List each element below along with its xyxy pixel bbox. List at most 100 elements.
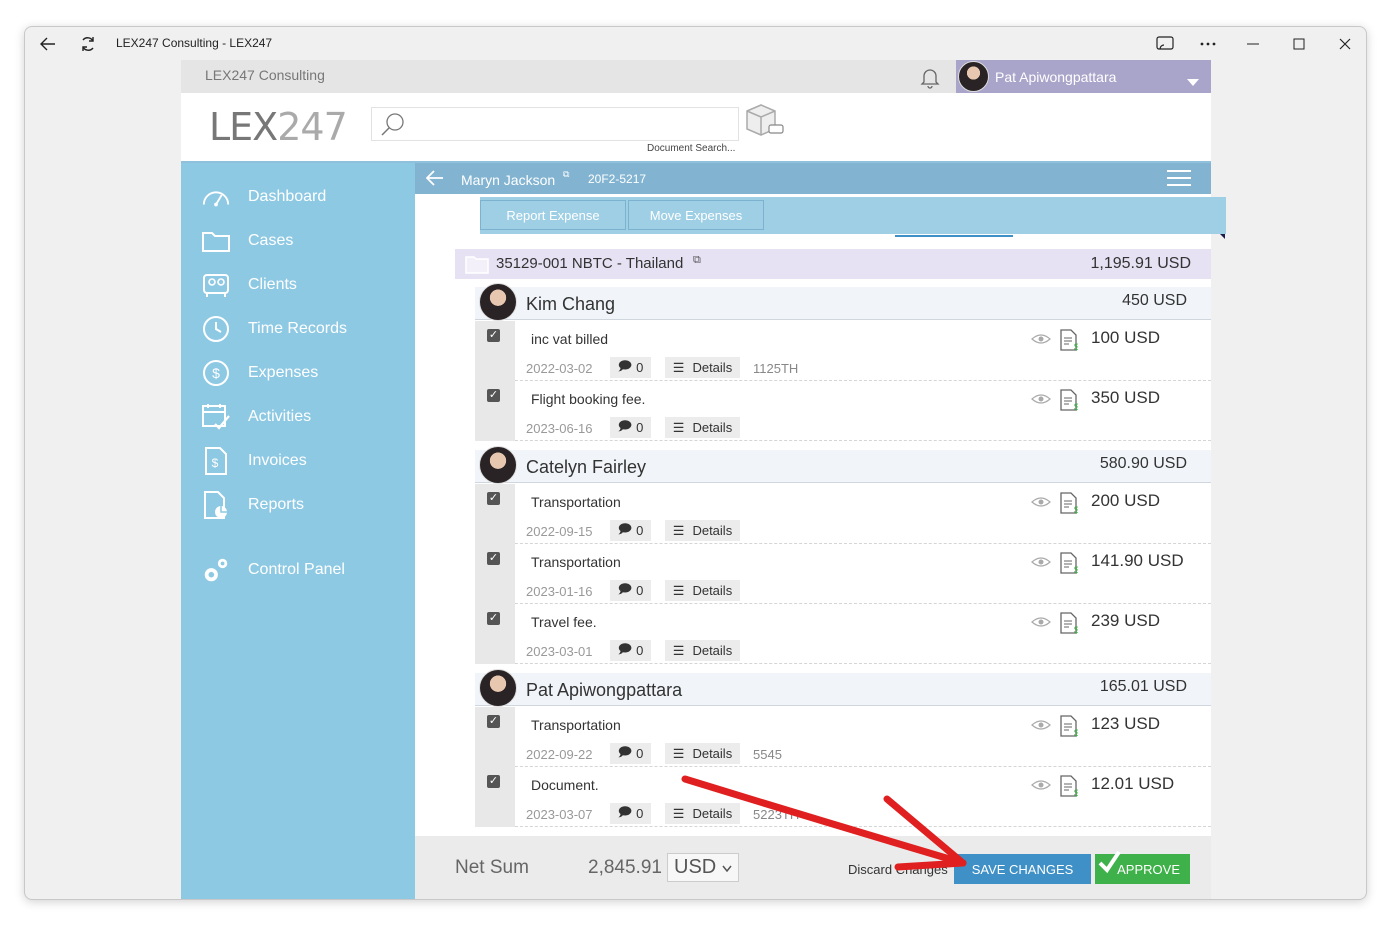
entry-reference: 5545 (753, 747, 782, 762)
document-search-input[interactable] (371, 107, 739, 141)
person-header: Catelyn Fairley 580.90 USD (475, 446, 1211, 484)
entry-checkbox[interactable]: ✓ (487, 492, 500, 505)
report-expense-button[interactable]: Report Expense (480, 200, 626, 230)
receipt-icon[interactable]: $ (1060, 775, 1078, 797)
expense-entry[interactable]: ✓ Transportation 2023-01-16 🗩 0 ☰ Details … (475, 544, 1211, 604)
comments-button[interactable]: 🗩 0 (610, 803, 651, 824)
eye-icon[interactable] (1031, 392, 1051, 406)
entry-checkbox[interactable]: ✓ (487, 552, 500, 565)
checkmark-icon (1098, 850, 1121, 874)
comments-button[interactable]: 🗩 0 (610, 580, 651, 601)
entry-checkbox[interactable]: ✓ (487, 329, 500, 342)
net-sum-label: Net Sum (455, 857, 529, 878)
top-band: LEX247 Consulting Pat Apiwongpattara (181, 60, 1211, 93)
expense-entry[interactable]: ✓ Document. 2023-03-07 🗩 0 ☰ Details 5223T… (475, 767, 1211, 827)
client-name[interactable]: Maryn Jackson (461, 172, 555, 188)
sidebar-item-label: Expenses (248, 364, 319, 381)
sidebar-item-dashboard[interactable]: Dashboard (181, 179, 415, 215)
expense-entry[interactable]: ✓ Transportation 2022-09-22 🗩 0 ☰ Details … (475, 707, 1211, 767)
entry-amount: 350 USD (1091, 388, 1160, 407)
save-changes-button[interactable]: SAVE CHANGES (954, 854, 1091, 884)
svg-text:$: $ (1074, 565, 1078, 574)
comments-button[interactable]: 🗩 0 (610, 743, 651, 764)
comments-button[interactable]: 🗩 0 (610, 640, 651, 661)
currency-select[interactable]: USD (667, 853, 739, 882)
expense-entry[interactable]: ✓ Transportation 2022-09-15 🗩 0 ☰ Details … (475, 484, 1211, 544)
calendar-check-icon (201, 402, 231, 432)
entry-checkbox[interactable]: ✓ (487, 389, 500, 402)
eye-icon[interactable] (1031, 555, 1051, 569)
refresh-icon[interactable] (77, 33, 99, 55)
eye-icon[interactable] (1031, 718, 1051, 732)
user-menu[interactable]: Pat Apiwongpattara (956, 60, 1211, 93)
sidebar-item-expenses[interactable]: $ Expenses (181, 355, 415, 391)
list-icon: ☰ (672, 359, 685, 375)
sidebar-item-control-panel[interactable]: Control Panel (181, 552, 415, 588)
person-total: 580.90 USD (1099, 455, 1187, 472)
entry-checkbox[interactable]: ✓ (487, 775, 500, 788)
entry-date: 2023-03-01 (526, 644, 593, 659)
cast-icon[interactable] (1154, 33, 1176, 55)
more-options-icon[interactable] (1197, 33, 1219, 55)
receipt-icon[interactable]: $ (1060, 552, 1078, 574)
sidebar-item-label: Activities (248, 408, 312, 425)
details-button[interactable]: ☰ Details (665, 743, 740, 764)
comment-icon: 🗩 (617, 580, 633, 596)
sidebar-item-clients[interactable]: Clients (181, 267, 415, 303)
eye-icon[interactable] (1031, 495, 1051, 509)
expense-action-popup: Report Expense Move Expenses (480, 197, 1226, 234)
details-button[interactable]: ☰ Details (665, 580, 740, 601)
comments-button[interactable]: 🗩 0 (610, 357, 651, 378)
back-arrow-icon[interactable] (37, 33, 59, 55)
maximize-icon[interactable] (1288, 33, 1310, 55)
eye-icon[interactable] (1031, 778, 1051, 792)
receipt-icon[interactable]: $ (1060, 715, 1078, 737)
sidebar-item-cases[interactable]: Cases (181, 223, 415, 259)
move-expenses-button[interactable]: Move Expenses (628, 200, 764, 230)
entry-amount: 239 USD (1091, 611, 1160, 630)
receipt-icon[interactable]: $ (1060, 612, 1078, 634)
comments-button[interactable]: 🗩 0 (610, 520, 651, 541)
sidebar-item-invoices[interactable]: $ Invoices (181, 443, 415, 479)
chevron-down-icon (722, 865, 732, 872)
discard-changes-link[interactable]: Discard Changes (848, 862, 948, 877)
dollar-icon: $ (201, 358, 231, 388)
search-icon (380, 112, 406, 143)
eye-icon[interactable] (1031, 332, 1051, 346)
entry-checkbox[interactable]: ✓ (487, 612, 500, 625)
details-button[interactable]: ☰ Details (665, 803, 740, 824)
back-arrow-icon[interactable] (425, 170, 444, 191)
entry-description: Transportation (531, 554, 621, 570)
matter-folder-row[interactable]: 35129-001 NBTC - Thailand ⧉ 1,195.91 USD (455, 249, 1211, 279)
entry-checkbox[interactable]: ✓ (487, 715, 500, 728)
receipt-icon[interactable]: $ (1060, 389, 1078, 411)
entry-amount: 12.01 USD (1091, 774, 1175, 793)
details-button[interactable]: ☰ Details (665, 357, 740, 378)
sidebar-item-reports[interactable]: Reports (181, 487, 415, 523)
lex247-app: LEX247 Consulting Pat Apiwongpattara LEX… (181, 60, 1226, 899)
sidebar-item-time-records[interactable]: Time Records (181, 311, 415, 347)
sidebar-item-activities[interactable]: Activities (181, 399, 415, 435)
entry-date: 2023-03-07 (526, 807, 593, 822)
receipt-icon[interactable]: $ (1060, 492, 1078, 514)
eye-icon[interactable] (1031, 615, 1051, 629)
details-button[interactable]: ☰ Details (665, 417, 740, 438)
approve-button[interactable]: APPROVE (1095, 850, 1190, 884)
close-icon[interactable] (1334, 33, 1356, 55)
package-scan-icon[interactable] (743, 103, 787, 139)
comments-button[interactable]: 🗩 0 (610, 417, 651, 438)
details-button[interactable]: ☰ Details (665, 640, 740, 661)
expense-entry[interactable]: ✓ inc vat billed 2022-03-02 🗩 0 ☰ Details … (475, 321, 1211, 381)
sidebar-item-label: Clients (248, 276, 297, 293)
expense-entry[interactable]: ✓ Flight booking fee. 2023-06-16 🗩 0 ☰ Det… (475, 381, 1211, 441)
hamburger-menu-icon[interactable] (1167, 170, 1191, 191)
details-button[interactable]: ☰ Details (665, 520, 740, 541)
minimize-icon[interactable] (1242, 33, 1264, 55)
external-link-icon[interactable]: ⧉ (693, 254, 701, 267)
external-link-icon[interactable]: ⧉ (563, 169, 569, 180)
bell-icon[interactable] (918, 65, 942, 89)
receipt-icon[interactable]: $ (1060, 329, 1078, 351)
entry-reference: 5223TH (753, 807, 800, 822)
chevron-down-icon (1187, 73, 1199, 91)
expense-entry[interactable]: ✓ Travel fee. 2023-03-01 🗩0 ☰Details $ 2… (475, 604, 1211, 664)
